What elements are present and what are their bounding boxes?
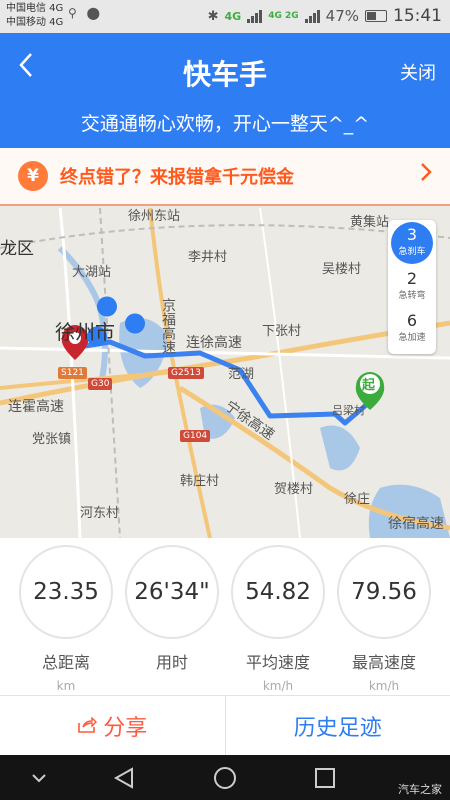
- event-count-hard-brake[interactable]: 3 急刹车: [391, 222, 433, 264]
- event-count-rapid-accel[interactable]: 6 急加速: [388, 311, 436, 344]
- map-label: 吴楼村: [322, 262, 362, 277]
- driving-events-panel: 3 急刹车 2 急转弯 6 急加速: [388, 220, 436, 354]
- watermark: 汽车之家: [398, 783, 442, 796]
- map-label: 吕梁村: [332, 404, 365, 417]
- event-count-value: 2: [406, 269, 418, 288]
- map-label: 京福高速: [160, 298, 176, 354]
- bottom-actions: 分享 历史足迹: [0, 695, 450, 755]
- history-label: 历史足迹: [293, 715, 382, 741]
- stat-ring: 54.82: [231, 545, 325, 639]
- search-icon: ⚲: [68, 6, 77, 20]
- start-marker-label: 起: [362, 378, 376, 393]
- stat-ring: 79.56: [337, 545, 431, 639]
- map-label: 大湖站: [72, 265, 112, 280]
- status-right: ✱ 4G 4G 2G 47% 15:41: [208, 6, 442, 26]
- signal-icon-2: [304, 9, 320, 23]
- map-label: 韩庄村: [180, 474, 220, 489]
- road-shield: G104: [180, 430, 211, 442]
- app-frame: 中国电信 4G 中国移动 4G ⚲ ⬤ ✱ 4G 4G 2G 47% 15:41…: [0, 0, 450, 800]
- stat-duration: 26'34" 用时: [125, 545, 219, 679]
- road-shield: S121: [58, 367, 87, 379]
- map-label: 下张村: [262, 324, 302, 339]
- nav-recents-icon[interactable]: [310, 763, 340, 793]
- event-count-value: 3: [406, 225, 418, 244]
- stat-max-speed: 79.56 最高速度 km/h: [337, 545, 431, 693]
- event-count-label: 急刹车: [398, 247, 426, 257]
- report-banner[interactable]: ¥ 终点错了？来报错拿千元偿金: [0, 148, 450, 206]
- network-type-2: 4G 2G: [268, 11, 299, 21]
- history-button[interactable]: 历史足迹: [226, 696, 450, 755]
- network-type-1: 4G: [224, 9, 242, 23]
- location-icon: ⬤: [86, 6, 101, 20]
- trip-stats: 23.35 总距离 km 26'34" 用时 54.82 平均速度 km/h 7…: [0, 538, 450, 695]
- page-title: 快车手: [182, 58, 267, 91]
- close-button[interactable]: 关闭: [400, 59, 436, 85]
- map-label: 连霍高速: [8, 399, 64, 415]
- status-time: 15:41: [393, 6, 442, 26]
- stat-total-distance: 23.35 总距离 km: [19, 545, 113, 693]
- signal-icon-1: [247, 9, 263, 23]
- slogan-text: 交通通畅心欢畅，开心一整天^_^: [80, 113, 370, 135]
- battery-percent: 47%: [325, 7, 359, 25]
- banner-text: 终点错了？来报错拿千元偿金: [60, 167, 294, 188]
- stat-avg-speed: 54.82 平均速度 km/h: [231, 545, 325, 693]
- stat-ring: 23.35: [19, 545, 113, 639]
- map-label: 贺楼村: [274, 482, 314, 497]
- battery-icon: [365, 10, 387, 22]
- map-label: 河东村: [80, 506, 120, 521]
- yuan-icon: ¥: [18, 161, 48, 191]
- carrier-info: 中国电信 4G 中国移动 4G: [6, 2, 63, 30]
- stat-unit: km/h: [262, 679, 294, 693]
- nav-back-icon[interactable]: [110, 763, 140, 793]
- map-label: 龙区: [0, 239, 34, 259]
- road-shield: G30: [88, 378, 113, 390]
- map-label: 黄集站: [350, 215, 390, 230]
- share-icon: [78, 717, 98, 733]
- stat-label: 用时: [155, 653, 188, 672]
- stat-unit: km: [56, 679, 76, 693]
- event-count-value: 6: [406, 311, 418, 330]
- event-count-label: 急转弯: [398, 291, 426, 301]
- lake: [320, 425, 360, 471]
- status-bar: 中国电信 4G 中国移动 4G ⚲ ⬤ ✱ 4G 4G 2G 47% 15:41: [0, 0, 450, 33]
- nav-home-icon[interactable]: [210, 763, 240, 793]
- map-label: 徐宿高速: [388, 516, 444, 532]
- stat-ring: 26'34": [125, 545, 219, 639]
- event-count-sharp-turn[interactable]: 2 急转弯: [388, 269, 436, 302]
- stat-label: 总距离: [41, 653, 90, 672]
- carrier-2: 中国移动 4G: [6, 17, 64, 28]
- app-header: 快车手 关闭 交通通畅心欢畅，开心一整天^_^: [0, 33, 450, 148]
- map-label: 李井村: [188, 250, 228, 265]
- map-label: 连徐高速: [186, 335, 242, 351]
- stat-unit: km/h: [368, 679, 400, 693]
- status-notification-icons: ⚲ ⬤: [68, 6, 100, 20]
- map-label: 徐州市: [55, 320, 115, 344]
- chevron-down-icon[interactable]: [24, 763, 54, 793]
- map-label: 徐庄: [344, 492, 371, 507]
- stat-label: 平均速度: [245, 653, 310, 672]
- share-label: 分享: [103, 715, 148, 741]
- share-button[interactable]: 分享: [0, 696, 226, 755]
- map-label: 徐州东站: [128, 209, 181, 224]
- event-count-label: 急加速: [398, 333, 426, 343]
- bluetooth-icon: ✱: [207, 8, 219, 24]
- route-map[interactable]: 起 徐州东站 黄集站 龙区 大湖站 李井村 吴楼村 徐州市 京福高速 连徐高速 …: [0, 148, 450, 538]
- map-label: 党张镇: [32, 432, 72, 447]
- system-nav-bar: 汽车之家: [0, 755, 450, 800]
- carrier-1: 中国电信 4G: [6, 3, 64, 14]
- map-label: 范湖: [228, 367, 255, 382]
- road-shield: G2513: [168, 367, 204, 379]
- chevron-right-icon: [420, 162, 432, 188]
- stat-label: 最高速度: [351, 653, 416, 672]
